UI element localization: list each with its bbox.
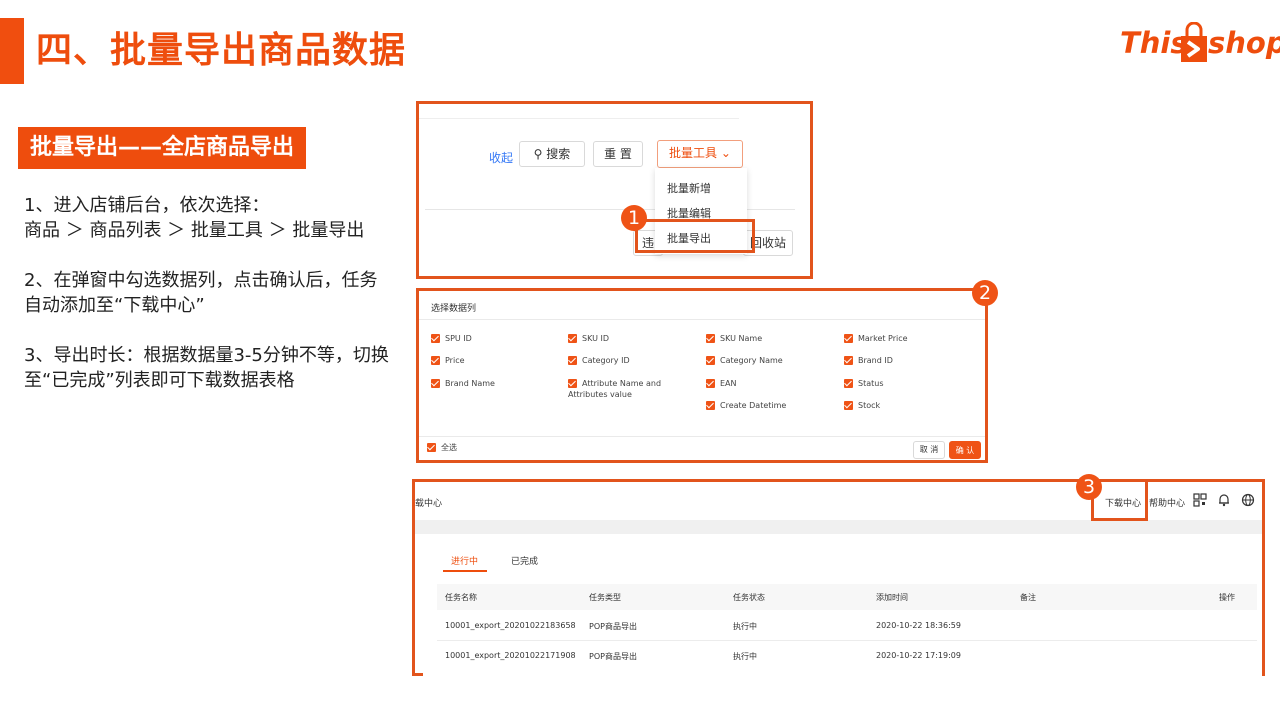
checkbox-sku-name[interactable]: SKU Name [706,333,762,344]
checkbox-checked-icon [427,443,436,452]
col-task-status: 任务状态 [733,593,765,602]
row1-added-time: 2020-10-22 18:36:59 [876,621,961,630]
task-list-card: 进行中 已完成 任务名称 任务类型 任务状态 添加时间 备注 操作 10001_… [423,534,1262,679]
collapse-link[interactable]: 收起 [489,149,513,166]
checkbox-checked-icon [568,334,577,343]
shopping-bag-icon [1181,22,1207,62]
nav-help-center[interactable]: 帮助中心 [1149,496,1185,509]
dialog-title: 选择数据列 [431,304,477,314]
checkbox-status[interactable]: Status [844,378,884,389]
page-breadcrumb: 载中心 [415,499,443,509]
step-badge-3: 3 [1076,474,1102,500]
reset-button[interactable]: 重 置 [593,141,643,167]
col-task-name: 任务名称 [445,593,477,602]
select-columns-dialog: 选择数据列 SPU ID Price Brand Name SKU ID Cat… [416,288,988,463]
checkbox-spu-id[interactable]: SPU ID [431,333,472,344]
checkbox-stock[interactable]: Stock [844,400,880,411]
step-3: 3、导出时长：根据数据量3-5分钟不等，切换至“已完成”列表即可下载数据表格 [24,345,389,391]
checkbox-checked-icon [844,401,853,410]
divider [419,118,739,119]
checkbox-checked-icon [431,356,440,365]
title-accent-bar [0,18,24,84]
row1-task-status: 执行中 [733,622,757,631]
gray-spacer [415,520,1262,534]
checkbox-checked-icon [431,379,440,388]
checkbox-attribute-name[interactable]: Attribute Name and Attributes value [568,378,698,400]
download-center-panel: 载中心 下载中心 帮助中心 进行中 已完成 任务名称 任务类型 任务状态 添加时… [412,479,1265,679]
checkbox-create-datetime[interactable]: Create Datetime [706,400,786,411]
checkbox-checked-icon [706,379,715,388]
step-2: 2、在弹窗中勾选数据列，点击确认后，任务自动添加至“下载中心” [24,270,378,316]
row1-task-name: 10001_export_20201022183658 [445,621,576,630]
row2-task-name: 10001_export_20201022171908 [445,651,576,660]
row1-task-type: POP商品导出 [589,622,637,631]
checkbox-checked-icon [706,334,715,343]
batch-tools-panel: 收起 ⚲ 搜索 重 置 批量工具 ⌄ 违 回收站 批量新增 批量编辑 批量导出 … [416,101,813,279]
col-remark: 备注 [1020,593,1036,602]
search-button[interactable]: ⚲ 搜索 [519,141,585,167]
section-subtitle: 批量导出——全店商品导出 [18,127,307,169]
checkbox-brand-name[interactable]: Brand Name [431,378,495,389]
cancel-button[interactable]: 取 消 [913,441,945,459]
checkbox-checked-icon [706,356,715,365]
checkbox-checked-icon [844,334,853,343]
step-1-line1: 1、进入店铺后台，依次选择： [24,195,270,216]
bell-icon[interactable] [1217,493,1231,507]
menu-item-batch-add[interactable]: 批量新增 [667,180,711,196]
checkbox-category-id[interactable]: Category ID [568,355,630,366]
checkbox-market-price[interactable]: Market Price [844,333,908,344]
col-task-type: 任务类型 [589,593,621,602]
checkbox-brand-id[interactable]: Brand ID [844,355,893,366]
table-header [437,584,1257,610]
thisshop-logo: This shop [1120,22,1280,70]
search-button-label: 搜索 [546,147,571,161]
checkbox-select-all[interactable]: 全选 [427,442,457,453]
tab-completed[interactable]: 已完成 [511,554,538,567]
checkbox-checked-icon [844,379,853,388]
checkbox-sku-id[interactable]: SKU ID [568,333,609,344]
row2-task-type: POP商品导出 [589,652,637,661]
tab-in-progress[interactable]: 进行中 [451,554,478,567]
checkbox-checked-icon [568,379,577,388]
globe-icon[interactable] [1241,493,1255,507]
checkbox-checked-icon [431,334,440,343]
batch-tools-label: 批量工具 [669,146,718,160]
row-divider [437,640,1257,641]
qr-code-icon[interactable] [1193,493,1207,507]
col-added-time: 添加时间 [876,593,908,602]
search-icon: ⚲ [533,147,543,161]
row2-added-time: 2020-10-22 17:19:09 [876,651,961,660]
checkbox-category-name[interactable]: Category Name [706,355,783,366]
checkbox-ean[interactable]: EAN [706,378,737,389]
divider [419,436,985,437]
divider [419,319,985,320]
step-1-line2: 商品 ＞ 商品列表 ＞ 批量工具 ＞ 批量导出 [24,220,365,241]
instruction-steps: 1、进入店铺后台，依次选择： 商品 ＞ 商品列表 ＞ 批量工具 ＞ 批量导出 2… [24,193,394,418]
batch-tools-dropdown[interactable]: 批量工具 ⌄ [657,140,743,168]
page-title: 四、批量导出商品数据 [36,30,407,71]
step-1: 1、进入店铺后台，依次选择： 商品 ＞ 商品列表 ＞ 批量工具 ＞ 批量导出 [24,193,394,243]
checkbox-checked-icon [706,401,715,410]
checkbox-checked-icon [568,356,577,365]
active-tab-underline [443,570,487,572]
logo-shop-text: shop [1208,26,1280,60]
step-badge-1: 1 [621,205,647,231]
checkbox-checked-icon [844,356,853,365]
confirm-button[interactable]: 确 认 [949,441,981,459]
step-badge-2: 2 [972,280,998,306]
col-actions: 操作 [1219,593,1235,602]
highlight-box [635,219,755,253]
checkbox-price[interactable]: Price [431,355,465,366]
chevron-down-icon: ⌄ [720,146,731,160]
row2-task-status: 执行中 [733,652,757,661]
